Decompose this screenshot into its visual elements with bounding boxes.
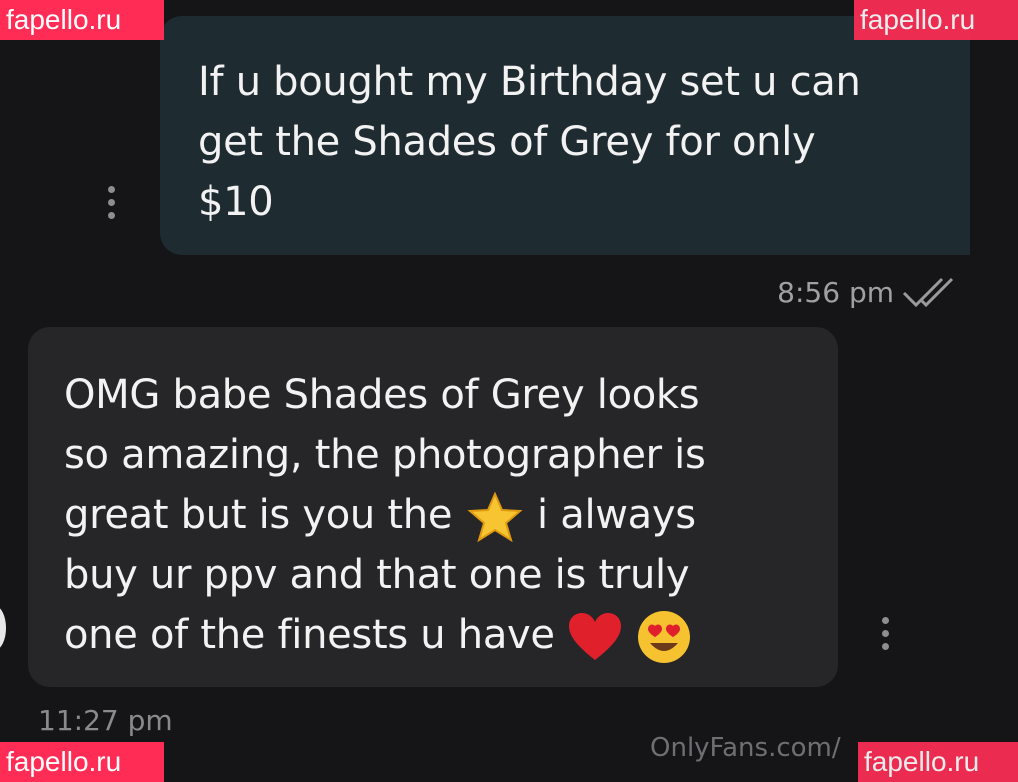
- message-line: one of the finests u have: [64, 605, 802, 665]
- avatar-edge: [0, 606, 6, 650]
- onlyfans-url-watermark: OnlyFans.com/: [650, 733, 841, 763]
- message-time: 8:56 pm: [777, 276, 894, 309]
- double-check-icon: [902, 277, 954, 307]
- message-line: OMG babe Shades of Grey looks: [64, 372, 700, 418]
- message-line: great but is you the i always: [64, 485, 802, 545]
- message-line: get the Shades of Grey for only: [198, 119, 816, 165]
- heart-eyes-emoji: [637, 611, 690, 663]
- red-heart-emoji: [569, 613, 622, 660]
- watermark-bottom-right: fapello.ru: [858, 742, 1018, 782]
- incoming-message-bubble[interactable]: OMG babe Shades of Grey looks so amazing…: [28, 327, 838, 687]
- watermark-top-left: fapello.ru: [0, 0, 164, 40]
- message-line: buy ur ppv and that one is truly: [64, 552, 690, 598]
- message-line: $10: [198, 179, 274, 225]
- watermark-top-right: fapello.ru: [854, 0, 1018, 40]
- star-emoji: [467, 492, 523, 542]
- message-line: so amazing, the photographer is: [64, 432, 706, 478]
- message-line: If u bought my Birthday set u can: [198, 59, 861, 105]
- incoming-message-text: OMG babe Shades of Grey looks so amazing…: [64, 365, 802, 665]
- message-options-icon[interactable]: [108, 186, 116, 219]
- message-options-icon[interactable]: [882, 617, 890, 650]
- outgoing-message-bubble[interactable]: If u bought my Birthday set u can get th…: [160, 16, 970, 255]
- message-time: 11:27 pm: [38, 704, 173, 737]
- outgoing-message-text: If u bought my Birthday set u can get th…: [198, 52, 932, 232]
- outgoing-message-meta: 8:56 pm: [777, 276, 960, 309]
- watermark-bottom-left: fapello.ru: [0, 742, 164, 782]
